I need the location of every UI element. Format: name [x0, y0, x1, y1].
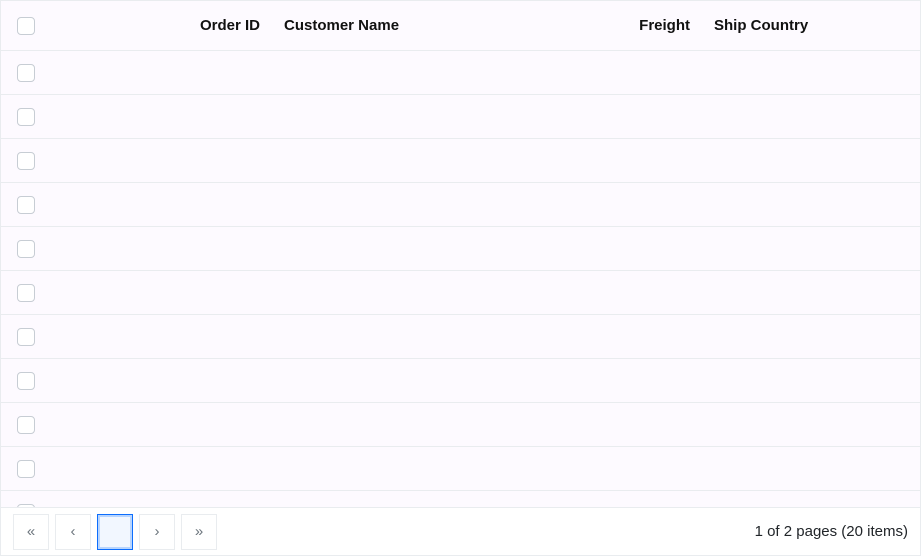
pager-status: 1 of 2 pages (20 items) [755, 523, 908, 540]
row-checkbox-cell [1, 284, 57, 302]
table-row[interactable] [1, 95, 920, 139]
table-row[interactable] [1, 491, 920, 507]
row-checkbox[interactable] [17, 240, 35, 258]
table-row[interactable] [1, 403, 920, 447]
row-checkbox-cell [1, 328, 57, 346]
table-row[interactable] [1, 271, 920, 315]
header-order-id[interactable]: Order ID [57, 17, 272, 34]
header-ship-country[interactable]: Ship Country [702, 17, 920, 34]
row-checkbox-cell [1, 460, 57, 478]
grid-body[interactable] [1, 51, 920, 507]
row-checkbox[interactable] [17, 372, 35, 390]
pager-page-1[interactable] [97, 514, 133, 550]
table-row[interactable] [1, 183, 920, 227]
table-row[interactable] [1, 447, 920, 491]
pager-last-button[interactable]: » [181, 514, 217, 550]
pager-prev-button[interactable]: ‹ [55, 514, 91, 550]
pager: « ‹ › » 1 of 2 pages (20 items) [1, 507, 920, 555]
row-checkbox[interactable] [17, 284, 35, 302]
table-row[interactable] [1, 227, 920, 271]
header-row: Order ID Customer Name Freight Ship Coun… [1, 1, 920, 51]
table-row[interactable] [1, 139, 920, 183]
row-checkbox-cell [1, 372, 57, 390]
header-checkbox-cell [1, 17, 57, 35]
table-row[interactable] [1, 359, 920, 403]
row-checkbox-cell [1, 196, 57, 214]
select-all-checkbox[interactable] [17, 17, 35, 35]
row-checkbox[interactable] [17, 460, 35, 478]
row-checkbox[interactable] [17, 108, 35, 126]
pager-next-button[interactable]: › [139, 514, 175, 550]
table-row[interactable] [1, 315, 920, 359]
header-freight[interactable]: Freight [602, 17, 702, 34]
data-grid: Order ID Customer Name Freight Ship Coun… [0, 0, 921, 556]
row-checkbox-cell [1, 64, 57, 82]
row-checkbox[interactable] [17, 196, 35, 214]
row-checkbox-cell [1, 152, 57, 170]
row-checkbox-cell [1, 108, 57, 126]
row-checkbox-cell [1, 416, 57, 434]
row-checkbox[interactable] [17, 64, 35, 82]
row-checkbox[interactable] [17, 152, 35, 170]
table-row[interactable] [1, 51, 920, 95]
row-checkbox-cell [1, 240, 57, 258]
row-checkbox[interactable] [17, 416, 35, 434]
pager-first-button[interactable]: « [13, 514, 49, 550]
row-checkbox[interactable] [17, 328, 35, 346]
header-customer-name[interactable]: Customer Name [272, 17, 602, 34]
